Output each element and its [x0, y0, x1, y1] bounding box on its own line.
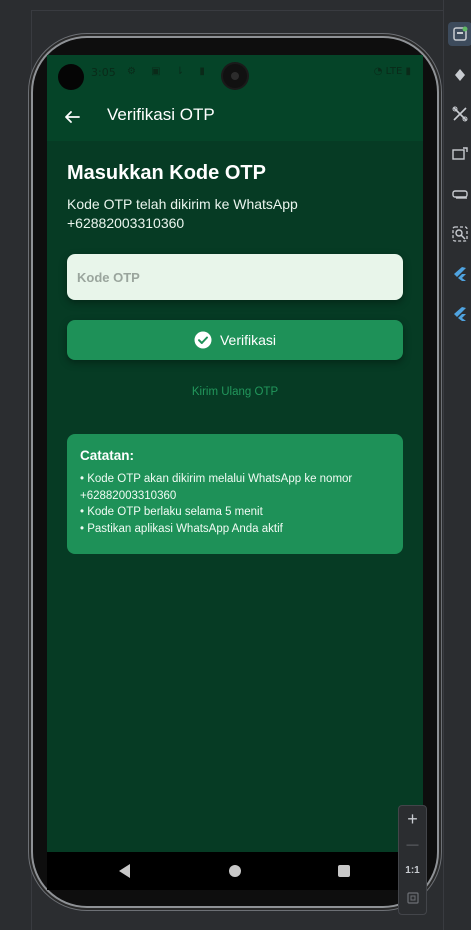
app-bar: Verifikasi OTP [47, 93, 423, 141]
ide-right-toolbar [443, 0, 471, 930]
flutter-inspector-icon[interactable] [451, 265, 469, 283]
back-arrow-icon[interactable] [60, 105, 84, 129]
gemini-icon[interactable] [451, 66, 469, 84]
verify-button-label: Verifikasi [219, 332, 277, 348]
ide-left-panel [0, 0, 32, 930]
zoom-controls: + — 1:1 [398, 805, 427, 915]
otp-input[interactable] [67, 254, 403, 300]
flutter-performance-icon[interactable] [451, 305, 469, 323]
nav-back-icon[interactable] [119, 864, 130, 878]
ide-top-bar [31, 0, 443, 11]
app-inspection-icon[interactable] [451, 225, 469, 243]
zoom-out-button[interactable]: — [399, 837, 426, 851]
status-notification-icons: ⚙ ▣ ⇂ ▮ [127, 66, 211, 77]
verify-button[interactable]: Verifikasi [67, 320, 403, 360]
note-line: • Kode OTP akan dikirim melalui WhatsApp… [80, 473, 353, 502]
device-explorer-icon[interactable] [451, 145, 469, 163]
note-title: Catatan: [80, 448, 135, 463]
zoom-fit-icon[interactable] [399, 891, 426, 909]
otp-heading: Masukkan Kode OTP [67, 162, 266, 184]
page-title: Verifikasi OTP [107, 105, 215, 124]
emulator-scrollbar[interactable] [437, 310, 441, 520]
note-card: Catatan: • Kode OTP akan dikirim melalui… [67, 434, 403, 554]
terminal-icon[interactable] [451, 185, 469, 203]
status-signal-icons: ◔ LTE ▮ [373, 66, 411, 77]
system-nav-bar [47, 852, 423, 890]
front-camera-hole [58, 64, 84, 90]
note-line: • Kode OTP berlaku selama 5 menit [80, 506, 263, 518]
resend-otp-link[interactable]: Kirim Ulang OTP [47, 386, 423, 398]
note-line: • Pastikan aplikasi WhatsApp Anda aktif [80, 522, 283, 535]
layout-inspector-icon[interactable] [451, 105, 469, 123]
nav-home-icon[interactable] [229, 865, 241, 877]
check-circle-icon [194, 331, 212, 349]
otp-subtitle: Kode OTP telah dikirim ke WhatsApp +6288… [67, 196, 298, 231]
running-devices-icon[interactable] [448, 22, 471, 46]
app-screen: 3:05 ⚙ ▣ ⇂ ▮ ◔ LTE ▮ Verifikasi OTP Masu… [47, 55, 423, 852]
zoom-actual-size-button[interactable]: 1:1 [399, 865, 426, 876]
camera-icon [223, 64, 247, 88]
status-time: 3:05 [91, 66, 116, 79]
nav-recents-icon[interactable] [338, 865, 350, 877]
zoom-in-button[interactable]: + [399, 809, 426, 830]
status-bar: 3:05 ⚙ ▣ ⇂ ▮ ◔ LTE ▮ [47, 55, 423, 93]
